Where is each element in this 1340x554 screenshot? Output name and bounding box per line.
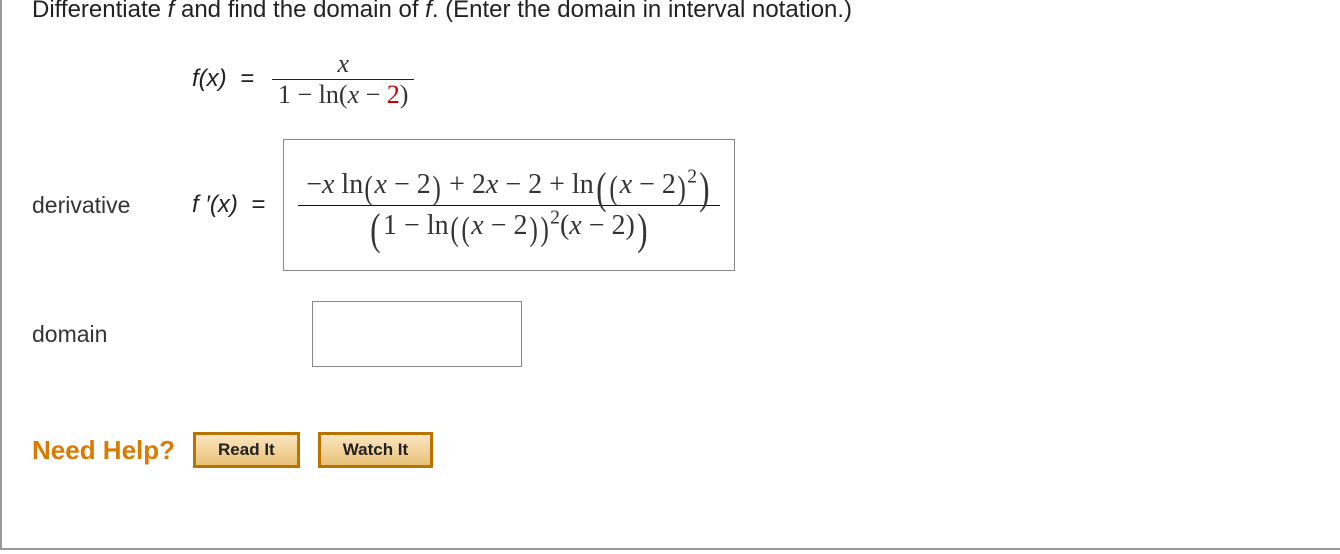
derivative-numerator: −x ln(x − 2) + 2x − 2 + ln((x − 2)2)	[298, 169, 720, 206]
derivative-denominator: (1 − ln((x − 2))2(x − 2))	[298, 206, 720, 242]
derivative-answer-box[interactable]: −x ln(x − 2) + 2x − 2 + ln((x − 2)2) (1 …	[283, 139, 735, 271]
fx-den-minus: −	[359, 80, 387, 109]
domain-label: domain	[32, 321, 192, 348]
problem-panel: Differentiate f and find the domain of f…	[0, 0, 1340, 550]
derivative-fraction: −x ln(x − 2) + 2x − 2 + ln((x − 2)2) (1 …	[298, 169, 720, 242]
fx-den-post: )	[400, 80, 409, 109]
help-row: Need Help? Read It Watch It	[32, 432, 1310, 468]
fprime-lhs: f ′(x) =	[192, 191, 265, 219]
fx-row: f(x) = x 1 − ln(x − 2)	[32, 49, 1310, 109]
fx-fraction: x 1 − ln(x − 2)	[272, 51, 414, 108]
need-help-label: Need Help?	[32, 435, 175, 466]
fx-num: x	[337, 49, 349, 78]
fx-den-two: 2	[387, 80, 400, 109]
fx-lhs: f(x) =	[192, 65, 254, 93]
fx-den-x: x	[348, 80, 360, 109]
q-var2: f	[425, 0, 432, 23]
q-suffix: . (Enter the domain in interval notation…	[432, 0, 852, 23]
q-mid1: and find the domain of	[174, 0, 425, 23]
derivative-label: derivative	[32, 192, 192, 219]
q-prefix: Differentiate	[32, 0, 168, 23]
domain-row: domain	[32, 301, 1310, 367]
fx-den-pre: 1 − ln(	[278, 80, 348, 109]
domain-answer-box[interactable]	[312, 301, 522, 367]
watch-it-button[interactable]: Watch It	[318, 432, 433, 468]
derivative-row: derivative f ′(x) = −x ln(x − 2) + 2x − …	[32, 139, 1310, 271]
read-it-button[interactable]: Read It	[193, 432, 300, 468]
question-text: Differentiate f and find the domain of f…	[32, 0, 1310, 24]
